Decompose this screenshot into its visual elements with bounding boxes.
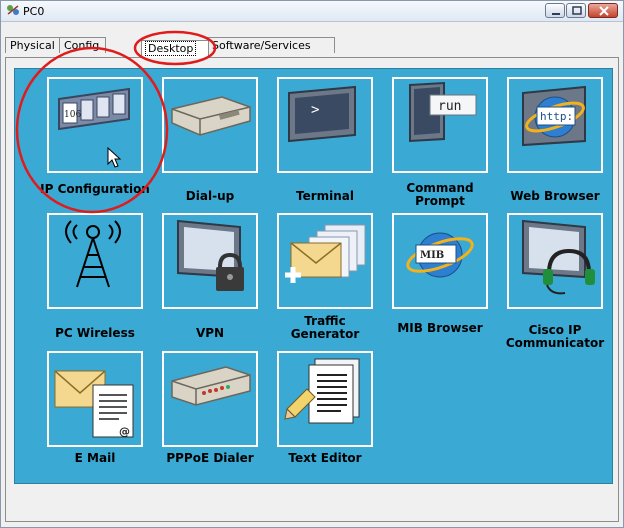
svg-text:106: 106 <box>64 110 81 120</box>
maximize-button[interactable] <box>566 3 586 18</box>
wireless-antenna-icon <box>65 220 121 288</box>
app-label-text-editor: Text Editor <box>288 451 362 465</box>
app-label-email: E Mail <box>74 451 116 465</box>
ip-configuration-icon: 106 <box>58 87 130 131</box>
command-prompt-icon: run <box>409 81 477 143</box>
minimize-icon <box>552 13 560 15</box>
app-tile-cisco-ip-communicator[interactable] <box>507 213 603 309</box>
terminal-icon: > <box>288 85 356 143</box>
mib-browser-icon: MIB <box>406 232 474 278</box>
app-tile-command-prompt[interactable]: run <box>392 77 488 173</box>
svg-text:MIB: MIB <box>420 250 444 261</box>
tab-software-services[interactable]: Software/Services <box>207 37 335 53</box>
app-tile-dial-up[interactable] <box>162 77 258 173</box>
app-label-pppoe-dialer: PPPoE Dialer <box>166 451 254 465</box>
close-button[interactable] <box>588 3 618 18</box>
web-browser-icon: http: <box>522 85 586 147</box>
app-tile-email[interactable]: @ <box>47 351 143 447</box>
app-label-dial-up: Dial-up <box>185 189 235 203</box>
app-label-web-browser: Web Browser <box>510 189 600 203</box>
app-label-traffic-generator: Traffic Generator <box>290 314 360 341</box>
ip-communicator-headset-icon <box>522 219 595 295</box>
email-envelope-icon: @ <box>54 370 134 438</box>
app-label-command-prompt: Command Prompt <box>406 181 474 208</box>
minimize-button[interactable] <box>545 3 565 18</box>
app-tile-traffic-generator[interactable] <box>277 213 373 309</box>
app-tile-web-browser[interactable]: http: <box>507 77 603 173</box>
dial-up-modem-icon <box>171 96 251 136</box>
traffic-generator-icon <box>285 224 366 283</box>
close-icon <box>599 6 609 16</box>
svg-text:http:: http: <box>540 110 573 123</box>
maximize-icon <box>572 6 582 15</box>
svg-text:run: run <box>438 99 461 114</box>
text-editor-icon <box>284 358 360 424</box>
tab-desktop[interactable]: Desktop <box>141 40 209 58</box>
app-tile-ip-configuration[interactable]: 106 <box>47 77 143 173</box>
pppoe-modem-icon <box>171 366 251 406</box>
svg-text:>: > <box>311 102 319 118</box>
app-tile-mib-browser[interactable]: MIB <box>392 213 488 309</box>
title-bar[interactable]: PC0 <box>1 1 623 22</box>
app-tile-vpn[interactable] <box>162 213 258 309</box>
app-label-vpn: VPN <box>195 326 225 340</box>
app-label-pc-wireless: PC Wireless <box>55 326 135 340</box>
app-label-mib-browser: MIB Browser <box>397 321 483 335</box>
tab-physical[interactable]: Physical <box>5 37 60 53</box>
app-tile-terminal[interactable]: > <box>277 77 373 173</box>
app-tile-pc-wireless[interactable] <box>47 213 143 309</box>
tab-config[interactable]: Config <box>59 37 106 53</box>
app-tile-pppoe-dialer[interactable] <box>162 351 258 447</box>
app-label-terminal: Terminal <box>295 189 355 203</box>
svg-text:@: @ <box>119 425 130 438</box>
vpn-lock-icon <box>177 219 244 291</box>
app-label-ip-configuration: IP Configuration <box>40 182 150 196</box>
pc-app-icon <box>7 5 19 15</box>
app-tile-text-editor[interactable] <box>277 351 373 447</box>
window-title: PC0 <box>23 5 45 18</box>
app-label-cisco-ip-communicator: Cisco IP Communicator <box>505 323 605 350</box>
